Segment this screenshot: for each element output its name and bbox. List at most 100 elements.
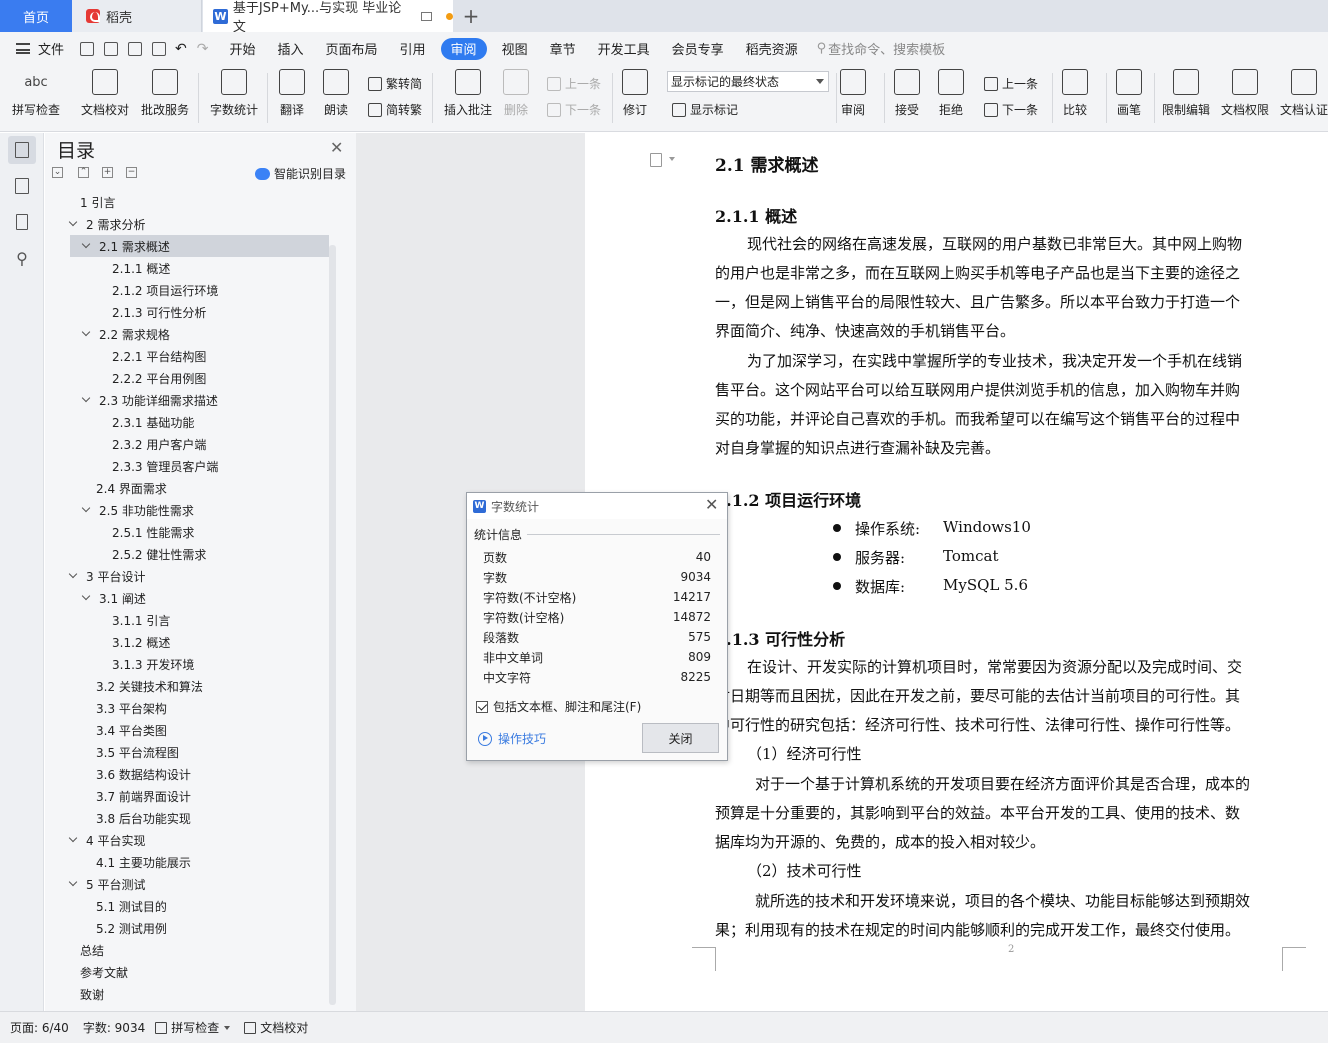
toc-item[interactable]: 5.1 测试目的 (70, 895, 329, 917)
menu-insert[interactable]: 插入 (267, 38, 315, 60)
toc-item[interactable]: 2.3 功能详细需求描述 (70, 389, 329, 411)
markup-mode-select[interactable]: 显示标记的最终状态 (667, 71, 829, 92)
menu-dev-tools[interactable]: 开发工具 (587, 38, 661, 60)
pen-button[interactable]: 画笔 (1116, 69, 1142, 118)
add-entry-icon[interactable]: + (102, 167, 113, 178)
insert-comment-button[interactable]: 插入批注 (444, 69, 492, 118)
show-markup-button[interactable]: 显示标记 (672, 101, 738, 118)
prev-comment-button[interactable]: 上一条 (547, 75, 601, 92)
status-proof[interactable]: 文档校对 (244, 1019, 308, 1036)
chevron-down-icon[interactable] (81, 591, 91, 601)
toc-item[interactable]: 致谢 (70, 983, 329, 1005)
compare-button[interactable]: 比较 (1062, 69, 1088, 118)
toc-item[interactable]: 3.1.3 开发环境 (70, 653, 329, 675)
toc-item[interactable]: 5 平台测试 (68, 873, 329, 895)
trad-to-simp-button[interactable]: 繁转简 (368, 75, 422, 92)
toc-item[interactable]: 2 需求分析 (68, 213, 329, 235)
monitor-icon[interactable] (421, 11, 433, 21)
toc-item[interactable]: 3.1.2 概述 (70, 631, 329, 653)
toc-item[interactable]: 2.2.1 平台结构图 (70, 345, 329, 367)
expand-level-icon[interactable]: ⌃ (78, 167, 89, 178)
remove-entry-icon[interactable]: − (126, 167, 137, 178)
chevron-down-icon[interactable] (68, 877, 78, 887)
toc-item[interactable]: 2.2 需求规格 (70, 323, 329, 345)
redo-icon[interactable]: ↷ (197, 41, 209, 57)
include-textbox-checkbox[interactable]: 包括文本框、脚注和尾注(F) (476, 698, 641, 715)
toc-item[interactable]: 4.1 主要功能展示 (70, 851, 329, 873)
menu-chapter[interactable]: 章节 (539, 38, 587, 60)
chevron-down-icon[interactable] (81, 327, 91, 337)
reject-button[interactable]: 拒绝 (938, 69, 964, 118)
toc-item[interactable]: 3.8 后台功能实现 (70, 807, 329, 829)
undo-icon[interactable]: ↶ (175, 41, 187, 57)
toc-item[interactable]: 5.2 测试用例 (70, 917, 329, 939)
tab-document[interactable]: W 基于JSP+My...与实现 毕业论文 (203, 0, 453, 35)
toc-item[interactable]: 总结 (70, 939, 329, 961)
word-count-indicator[interactable]: 字数: 9034 (83, 1019, 145, 1036)
dialog-titlebar[interactable]: W 字数统计 (467, 493, 727, 519)
restrict-edit-button[interactable]: 限制编辑 (1162, 69, 1210, 118)
toc-item[interactable]: 2.2.2 平台用例图 (70, 367, 329, 389)
toc-item[interactable]: 1 引言 (70, 191, 329, 213)
chevron-down-icon[interactable] (68, 833, 78, 843)
menu-reference[interactable]: 引用 (389, 38, 437, 60)
save-icon[interactable] (80, 41, 95, 56)
toc-item[interactable]: 2.3.1 基础功能 (70, 411, 329, 433)
toc-item[interactable]: 2.3.2 用户客户端 (70, 433, 329, 455)
menu-review[interactable]: 审阅 (440, 37, 487, 60)
status-spellcheck[interactable]: 拼写检查 (155, 1019, 231, 1036)
bookmark-pane-button[interactable] (8, 208, 36, 236)
toc-item[interactable]: 4 平台实现 (68, 829, 329, 851)
next-change-button[interactable]: 下一条 (984, 101, 1038, 118)
search-icon[interactable]: ⚲ (817, 41, 827, 56)
toc-scrollbar[interactable] (329, 245, 336, 1005)
delete-comment-button[interactable]: 删除 (503, 69, 529, 118)
toc-item[interactable]: 2.5.1 性能需求 (70, 521, 329, 543)
menu-view[interactable]: 视图 (491, 38, 539, 60)
menu-member[interactable]: 会员专享 (661, 38, 735, 60)
toc-item[interactable]: 2.1.2 项目运行环境 (70, 279, 329, 301)
chevron-down-icon[interactable] (81, 393, 91, 403)
doc-permission-button[interactable]: 文档权限 (1221, 69, 1269, 118)
menu-file[interactable]: 文件 (36, 38, 75, 60)
toc-item[interactable]: 2.1 需求概述 (70, 235, 329, 257)
menu-start[interactable]: 开始 (218, 38, 266, 60)
tips-link[interactable]: 操作技巧 (478, 730, 546, 747)
chevron-down-icon[interactable] (669, 157, 675, 161)
prev-change-button[interactable]: 上一条 (984, 75, 1038, 92)
menu-daoke-resources[interactable]: 稻壳资源 (735, 38, 809, 60)
chevron-down-icon[interactable] (68, 569, 78, 579)
close-button[interactable]: 关闭 (642, 723, 719, 753)
toc-item[interactable]: 参考文献 (70, 961, 329, 983)
export-icon[interactable] (104, 41, 119, 56)
toc-item[interactable]: 2.1.3 可行性分析 (70, 301, 329, 323)
chevron-down-icon[interactable] (81, 503, 91, 513)
toc-item[interactable]: 3.6 数据结构设计 (70, 763, 329, 785)
find-pane-button[interactable]: ⚲ (8, 244, 36, 272)
doc-cert-button[interactable]: 文档认证 (1280, 69, 1328, 118)
word-count-button[interactable]: 字数统计 (210, 69, 258, 118)
chapter-pane-button[interactable] (8, 172, 36, 200)
toc-item[interactable]: 3.1 阐述 (70, 587, 329, 609)
new-tab-button[interactable]: + (458, 0, 484, 32)
collapse-all-icon[interactable]: ⌄ (52, 167, 63, 178)
toc-item[interactable]: 2.1.1 概述 (70, 257, 329, 279)
next-comment-button[interactable]: 下一条 (547, 101, 601, 118)
toc-item[interactable]: 3.3 平台架构 (70, 697, 329, 719)
tab-daoke[interactable]: 稻壳 (72, 0, 202, 32)
toc-item[interactable]: 2.5 非功能性需求 (70, 499, 329, 521)
toc-item[interactable]: 3 平台设计 (68, 565, 329, 587)
track-changes-button[interactable]: 修订 (622, 69, 648, 118)
batch-service-button[interactable]: 批改服务 (141, 69, 189, 118)
accept-button[interactable]: 接受 (894, 69, 920, 118)
hamburger-icon[interactable] (16, 43, 30, 54)
toc-item[interactable]: 3.1.1 引言 (70, 609, 329, 631)
print-preview-icon[interactable] (152, 41, 167, 56)
toc-pane-button[interactable] (8, 136, 36, 164)
toc-item[interactable]: 3.4 平台类图 (70, 719, 329, 741)
spellcheck-button[interactable]: abc 拼写检查 (12, 69, 60, 118)
toc-item[interactable]: 3.7 前端界面设计 (70, 785, 329, 807)
tab-home[interactable]: 首页 (0, 0, 72, 32)
page-indicator[interactable]: 页面: 6/40 (10, 1019, 69, 1036)
print-icon[interactable] (128, 41, 143, 56)
